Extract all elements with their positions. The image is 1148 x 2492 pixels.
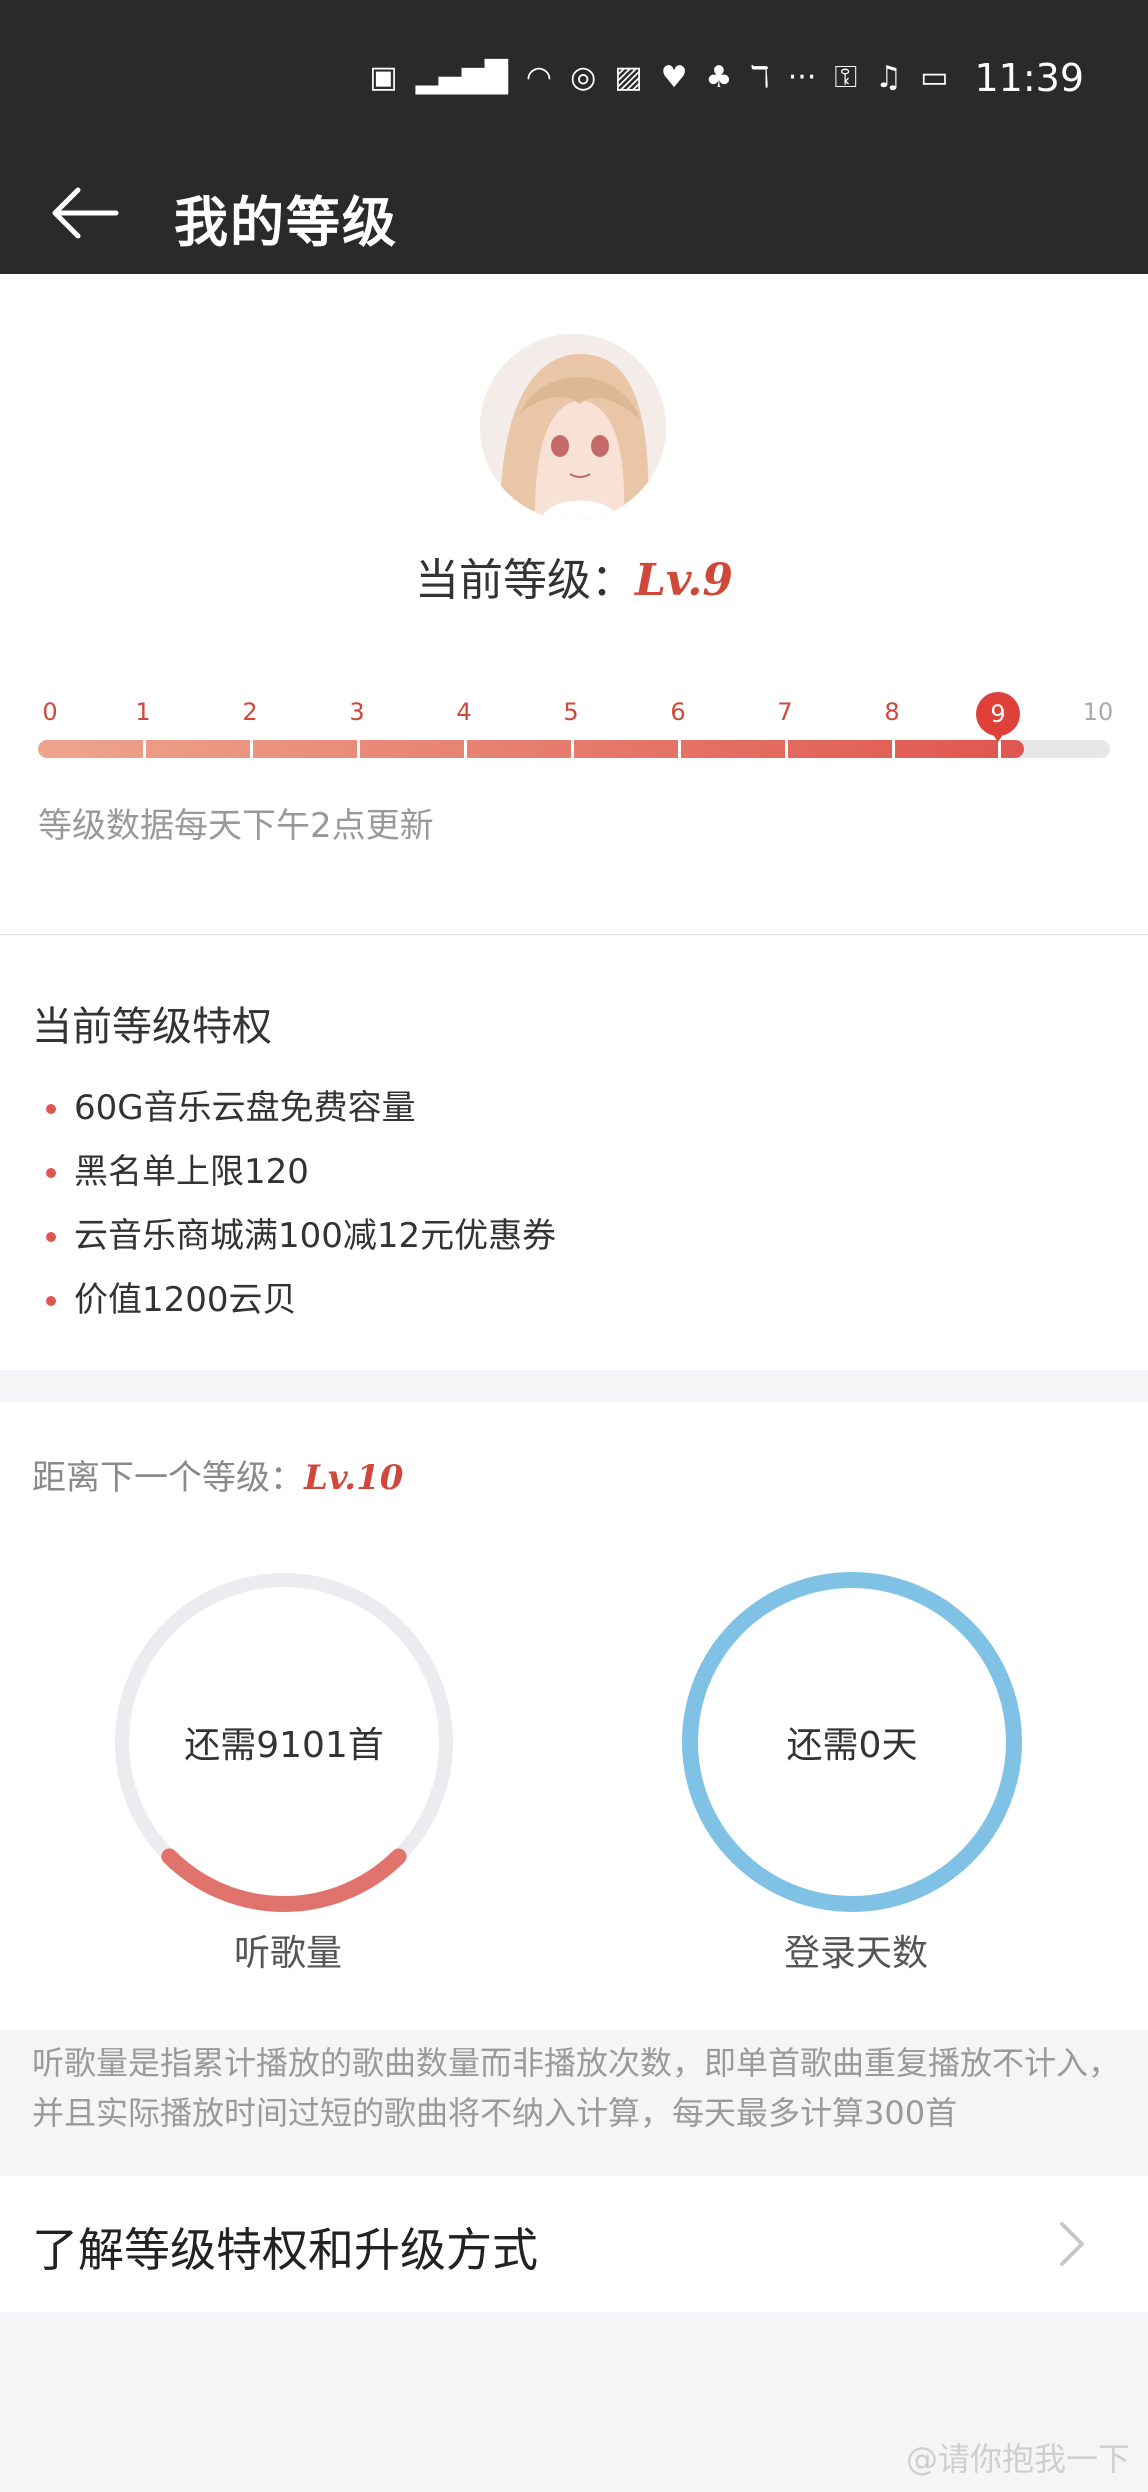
scale-tick xyxy=(678,740,681,758)
qq-icon: ♣ xyxy=(705,60,733,95)
privilege-item: 云音乐商城满100减12元优惠券 xyxy=(32,1204,556,1268)
level-card: 当前等级：Lv.9 0 1 2 3 4 5 6 7 8 10 9 等级数据每天下午2点更新 xyxy=(0,274,1148,935)
key-icon: ⚿ xyxy=(834,60,858,95)
avatar-image xyxy=(480,334,666,520)
privileges-card: 当前等级特权 60G音乐云盘免费容量 黑名单上限120 云音乐商城满100减12… xyxy=(0,936,1148,1370)
scale-tick xyxy=(250,740,253,758)
location-icon: ◎ xyxy=(570,60,597,95)
scale-tick xyxy=(892,740,895,758)
battery-icon: ▭ xyxy=(920,60,949,95)
songs-caption: 听歌量 xyxy=(233,1933,342,1974)
scale-tick xyxy=(464,740,467,758)
current-level-marker: 9 xyxy=(976,692,1020,742)
translate-icon: ℸ xyxy=(750,60,770,95)
explanation-text: 听歌量是指累计播放的歌曲数量而非播放次数，即单首歌曲重复播放不计入，并且实际播放… xyxy=(32,2044,1121,2132)
mute-bell-icon: ♫ xyxy=(875,60,903,95)
status-time: 11:39 xyxy=(974,56,1084,100)
heart-icon: ♥ xyxy=(660,60,688,95)
scale-tick xyxy=(357,740,360,758)
scale-label-5: 5 xyxy=(563,698,579,726)
signal-4g-icon: ▂▄▆█ xyxy=(415,60,508,95)
days-remaining: 还需0天 xyxy=(786,1725,918,1766)
scale-label-1: 1 xyxy=(135,698,151,726)
next-level-value: Lv.10 xyxy=(304,1458,404,1498)
scale-label-3: 3 xyxy=(349,698,365,726)
scale-label-2: 2 xyxy=(242,698,258,726)
songs-ring: 还需9101首 xyxy=(94,1552,474,1932)
watermark: @请你抱我一下 xyxy=(905,2440,1130,2478)
next-level-text: 距离下一个等级： xyxy=(32,1458,304,1498)
scale-label-0: 0 xyxy=(42,698,58,726)
days-caption: 登录天数 xyxy=(783,1933,928,1974)
privileges-title: 当前等级特权 xyxy=(32,1004,272,1050)
page-title: 我的等级 xyxy=(174,191,398,254)
chevron-right-icon xyxy=(1060,2222,1084,2266)
current-level: 当前等级：Lv.9 xyxy=(0,544,1148,608)
privilege-item: 价值1200云贝 xyxy=(32,1268,556,1332)
avatar[interactable] xyxy=(480,334,666,520)
update-note: 等级数据每天下午2点更新 xyxy=(38,806,434,846)
days-ring: 还需0天 xyxy=(662,1552,1042,1932)
nfc-icon: ▨ xyxy=(614,60,643,95)
privilege-item: 黑名单上限120 xyxy=(32,1140,556,1204)
privilege-item: 60G音乐云盘免费容量 xyxy=(32,1076,556,1140)
level-progress-track xyxy=(38,740,1110,758)
hd-icon: ▣ xyxy=(369,60,398,95)
scale-label-4: 4 xyxy=(456,698,472,726)
current-level-label: 当前等级： xyxy=(414,555,635,606)
explanation-section: 听歌量是指累计播放的歌曲数量而非播放次数，即单首歌曲重复播放不计入，并且实际播放… xyxy=(0,2030,1148,2174)
scale-tick xyxy=(998,740,1001,758)
scale-tick xyxy=(143,740,146,758)
scale-tick xyxy=(571,740,574,758)
more-icon: ··· xyxy=(787,60,817,95)
status-icons: ▣ ▂▄▆█ ◠ ◎ ▨ ♥ ♣ ℸ ··· ⚿ ♫ ▭ 11:39 xyxy=(369,50,1084,106)
scale-label-10: 10 xyxy=(1082,698,1114,726)
scale-label-6: 6 xyxy=(670,698,686,726)
scale-label-7: 7 xyxy=(777,698,793,726)
learn-more-label: 了解等级特权和升级方式 xyxy=(32,2223,538,2277)
current-level-value: Lv.9 xyxy=(634,555,733,606)
learn-more-row[interactable]: 了解等级特权和升级方式 xyxy=(0,2176,1148,2312)
next-level-card: 距离下一个等级：Lv.10 还需9101首 听歌量 还需0天 登录天数 xyxy=(0,1402,1148,2030)
next-level-label: 距离下一个等级：Lv.10 xyxy=(32,1450,403,1499)
back-button[interactable] xyxy=(40,168,130,258)
songs-remaining: 还需9101首 xyxy=(184,1725,384,1766)
scale-tick xyxy=(785,740,788,758)
status-bar: ▣ ▂▄▆█ ◠ ◎ ▨ ♥ ♣ ℸ ··· ⚿ ♫ ▭ 11:39 xyxy=(0,0,1148,150)
level-progress-fill xyxy=(38,740,1025,758)
wifi-icon: ◠ xyxy=(525,60,553,95)
app-bar: 我的等级 xyxy=(0,150,1148,274)
scale-label-8: 8 xyxy=(884,698,900,726)
back-arrow-icon xyxy=(52,187,119,239)
privileges-list: 60G音乐云盘免费容量 黑名单上限120 云音乐商城满100减12元优惠券 价值… xyxy=(32,1076,556,1332)
